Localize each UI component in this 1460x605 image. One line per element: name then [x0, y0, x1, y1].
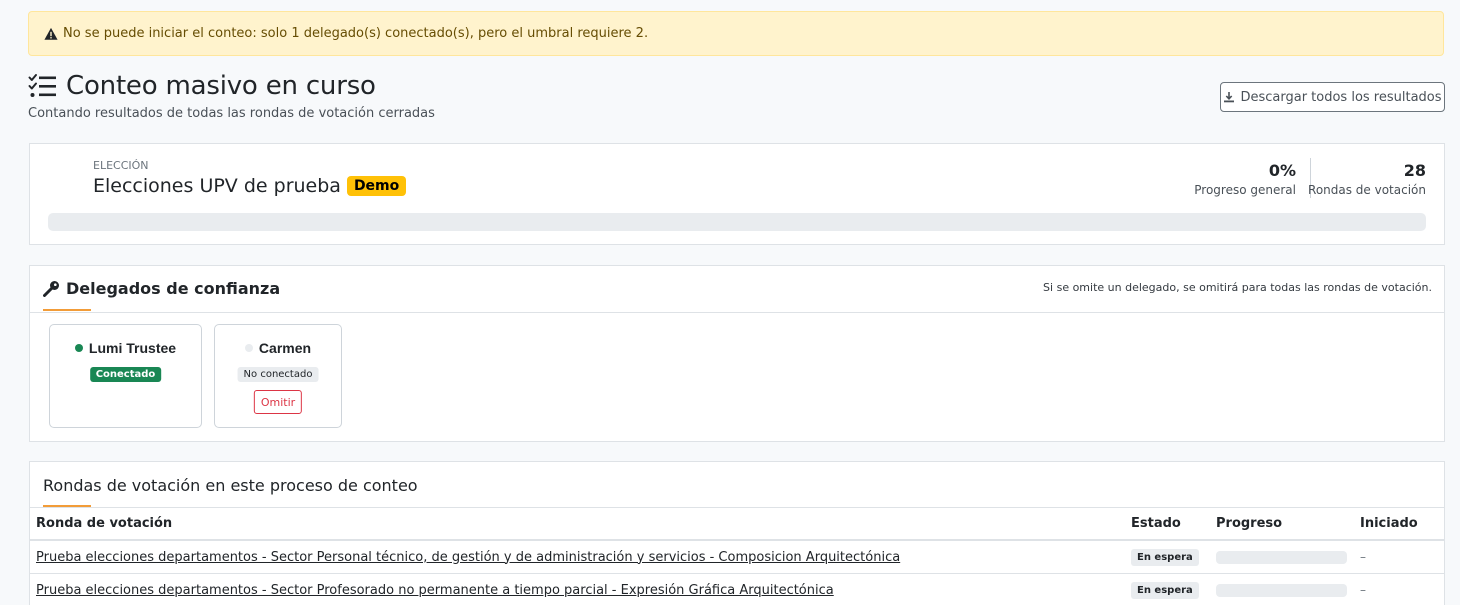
threshold-warning-alert: No se puede iniciar el conteo: solo 1 de…: [28, 11, 1444, 56]
election-label: ELECCIÓN: [93, 159, 149, 172]
trustee-card-lumi: Lumi Trustee Conectado: [49, 324, 202, 428]
table-row: Prueba elecciones departamentos - Sector…: [30, 574, 1444, 605]
overall-progress-bar: [48, 213, 1426, 231]
trustee-name-row: Carmen: [215, 340, 341, 356]
trustee-name: Carmen: [258, 340, 312, 356]
table-header-row: Ronda de votación Estado Progreso Inicia…: [30, 508, 1444, 541]
column-header-started[interactable]: Iniciado: [1360, 508, 1418, 539]
round-link[interactable]: Prueba elecciones departamentos - Sector…: [36, 550, 900, 565]
not-connected-badge: No conectado: [237, 367, 319, 382]
omit-trustee-button[interactable]: Omitir: [253, 390, 303, 414]
download-all-results-label: Descargar todos los resultados: [1240, 89, 1442, 105]
trustees-title: Delegados de confianza: [43, 279, 280, 298]
overall-progress-label: Progreso general: [1194, 183, 1296, 197]
page-title: Conteo masivo en curso: [66, 71, 376, 101]
download-all-results-button[interactable]: Descargar todos los resultados: [1220, 82, 1445, 112]
warning-icon: [44, 27, 58, 41]
progress-cell: [1216, 574, 1347, 605]
demo-badge: Demo: [346, 176, 407, 196]
list-check-icon: [28, 73, 58, 99]
state-cell: En espera: [1131, 574, 1199, 605]
state-badge: En espera: [1131, 548, 1199, 566]
column-header-round[interactable]: Ronda de votación: [36, 508, 172, 539]
round-link[interactable]: Prueba elecciones departamentos - Sector…: [36, 583, 834, 598]
state-cell: En espera: [1131, 541, 1199, 573]
overall-progress-stat: 0% Progreso general: [1194, 161, 1296, 197]
rounds-card: Rondas de votación en este proceso de co…: [29, 461, 1445, 605]
trustee-name-row: Lumi Trustee: [50, 340, 201, 356]
progress-cell: [1216, 541, 1347, 573]
started-cell: –: [1360, 574, 1366, 605]
online-status-dot: [74, 344, 83, 352]
page: No se puede iniciar el conteo: solo 1 de…: [0, 0, 1460, 605]
rounds-count-value: 28: [1403, 161, 1426, 180]
started-value: –: [1360, 550, 1366, 564]
election-name-row: Elecciones UPV de prueba Demo: [93, 175, 407, 197]
election-card: ELECCIÓN Elecciones UPV de prueba Demo 0…: [29, 143, 1445, 245]
election-name: Elecciones UPV de prueba: [93, 175, 341, 197]
page-header: Conteo masivo en curso: [28, 71, 376, 101]
table-row: Prueba elecciones departamentos - Sector…: [30, 541, 1444, 574]
started-value: –: [1360, 583, 1366, 597]
rounds-count-label: Rondas de votación: [1308, 183, 1426, 197]
trustees-card-header: Delegados de confianza Si se omite un de…: [30, 266, 1444, 313]
trustees-card: Delegados de confianza Si se omite un de…: [29, 265, 1445, 442]
overall-progress-value: 0%: [1268, 161, 1296, 180]
rounds-title: Rondas de votación en este proceso de co…: [43, 476, 418, 495]
round-cell: Prueba elecciones departamentos - Sector…: [36, 541, 900, 573]
round-progress-bar: [1216, 583, 1347, 597]
rounds-table: Ronda de votación Estado Progreso Inicia…: [30, 508, 1444, 605]
offline-status-dot: [244, 344, 253, 352]
started-cell: –: [1360, 541, 1366, 573]
column-header-progress[interactable]: Progreso: [1216, 508, 1282, 539]
omit-note: Si se omite un delegado, se omitirá para…: [1043, 281, 1432, 294]
download-icon: [1223, 91, 1235, 103]
rounds-count-stat: 28 Rondas de votación: [1308, 161, 1426, 197]
key-icon: [43, 280, 60, 297]
column-header-state[interactable]: Estado: [1131, 508, 1181, 539]
round-cell: Prueba elecciones departamentos - Sector…: [36, 574, 834, 605]
round-progress-bar: [1216, 550, 1347, 564]
connected-badge: Conectado: [89, 367, 162, 382]
state-badge: En espera: [1131, 581, 1199, 599]
trustees-title-underline: [43, 309, 91, 311]
page-subtitle: Contando resultados de todas las rondas …: [28, 106, 435, 121]
trustee-name: Lumi Trustee: [88, 340, 177, 356]
trustee-card-carmen: Carmen No conectado Omitir: [214, 324, 342, 428]
alert-message: No se puede iniciar el conteo: solo 1 de…: [63, 26, 649, 41]
trustees-title-text: Delegados de confianza: [66, 279, 281, 298]
